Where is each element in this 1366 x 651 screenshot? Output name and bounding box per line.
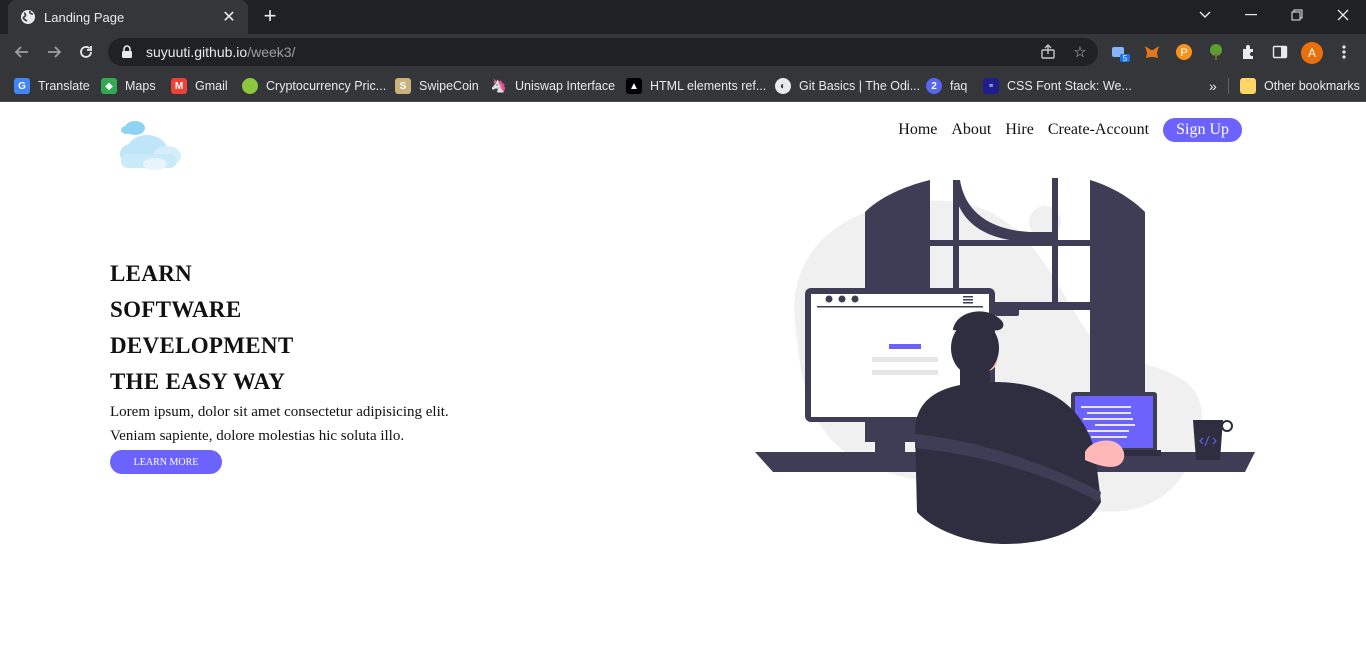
side-panel-icon[interactable]: [1270, 42, 1290, 62]
bookmark-git-basics[interactable]: ◐ Git Basics | The Odi...: [775, 76, 920, 96]
bookmark-html-elements[interactable]: ▲ HTML elements ref...: [626, 76, 766, 96]
developer-at-desk-illustration: [755, 172, 1257, 544]
extension-badge-icon[interactable]: 5: [1111, 42, 1131, 62]
bookmark-label: Cryptocurrency Pric...: [266, 79, 387, 93]
crypto-extension-icon[interactable]: P: [1174, 42, 1194, 62]
bookmark-label: SwipeCoin: [419, 79, 479, 93]
bookmark-swipecoin[interactable]: S SwipeCoin: [395, 76, 479, 96]
forward-button[interactable]: [42, 40, 66, 64]
tab-search-icon[interactable]: [1182, 0, 1228, 30]
address-bar[interactable]: suyuuti.github.io/week3/ ☆: [108, 38, 1098, 66]
globe-icon: [20, 9, 36, 25]
bookmark-uniswap[interactable]: 🦄 Uniswap Interface: [491, 76, 615, 96]
hero-heading-line-1: LEARN: [110, 261, 193, 286]
close-tab-icon[interactable]: ✕: [220, 8, 238, 26]
bookmark-gmail[interactable]: M Gmail: [171, 76, 228, 96]
bookmark-label: Translate: [38, 79, 90, 93]
bookmark-faq[interactable]: 2 faq: [926, 76, 967, 96]
bookmark-label: Maps: [125, 79, 156, 93]
hero-heading-line-2: SOFTWARE: [110, 297, 242, 322]
new-tab-button[interactable]: +: [258, 5, 282, 28]
cssfontstack-icon: ≡: [983, 78, 999, 94]
lock-icon[interactable]: [120, 45, 134, 59]
bookmark-maps[interactable]: ◆ Maps: [101, 76, 156, 96]
url-text: suyuuti.github.io/week3/: [146, 44, 295, 60]
landing-page: Home About Hire Create-Account Sign Up L…: [0, 102, 1366, 651]
bookmark-label: Uniswap Interface: [515, 79, 616, 93]
browser-toolbar: suyuuti.github.io/week3/ ☆ 5 P A: [0, 34, 1366, 70]
extension-badge-count: 5: [1123, 54, 1128, 62]
back-button[interactable]: [10, 40, 34, 64]
metamask-icon[interactable]: [1142, 42, 1162, 62]
tab-title: Landing Page: [44, 9, 125, 25]
more-bookmarks-chevron-icon[interactable]: »: [1209, 76, 1217, 96]
hero-paragraph-line-1: Lorem ipsum, dolor sit amet consectetur …: [110, 404, 449, 420]
hero-section: LEARN SOFTWARE DEVELOPMENT THE EASY WAY …: [110, 256, 530, 474]
menu-kebab-icon[interactable]: [1334, 42, 1354, 62]
minimize-button[interactable]: [1228, 0, 1274, 30]
bookmark-star-icon[interactable]: ☆: [1070, 42, 1090, 62]
hero-heading-line-3: DEVELOPMENT: [110, 333, 294, 358]
hero-heading-line-4: THE EASY WAY: [110, 369, 286, 394]
gmail-icon: M: [171, 78, 187, 94]
bookmark-label: faq: [950, 79, 968, 93]
nav-about-link[interactable]: About: [951, 121, 991, 139]
other-bookmarks[interactable]: Other bookmarks: [1240, 76, 1360, 96]
svg-text:P: P: [1180, 47, 1187, 59]
bookmark-label: Gmail: [195, 79, 228, 93]
nav-create-account-link[interactable]: Create-Account: [1048, 121, 1149, 139]
google-maps-icon: ◆: [101, 78, 117, 94]
bookmark-label: CSS Font Stack: We...: [1007, 79, 1132, 93]
cloud-logo-icon[interactable]: [117, 118, 187, 172]
google-translate-icon: G: [14, 78, 30, 94]
tab-strip: Landing Page ✕ +: [0, 0, 1366, 34]
url-path: /week3/: [247, 44, 296, 60]
tree-extension-icon[interactable]: [1206, 42, 1226, 62]
puzzle-icon[interactable]: [1238, 42, 1258, 62]
hero-paragraph-line-2: Veniam sapiente, dolore molestias hic so…: [110, 428, 405, 444]
learn-more-button[interactable]: LEARN MORE: [110, 450, 222, 474]
share-icon[interactable]: [1038, 42, 1058, 62]
bookmark-translate[interactable]: G Translate: [14, 76, 90, 96]
bookmarks-bar: G Translate ◆ Maps M Gmail Cryptocurrency P…: [0, 70, 1366, 102]
folder-icon: [1240, 78, 1256, 94]
reload-button[interactable]: [74, 40, 98, 64]
nav-hire-link[interactable]: Hire: [1005, 121, 1033, 139]
url-host: suyuuti.github.io: [146, 44, 248, 60]
restore-button[interactable]: [1274, 0, 1320, 30]
nav-home-link[interactable]: Home: [898, 121, 937, 139]
coingecko-icon: [242, 78, 258, 94]
bookmarks-divider: [1228, 78, 1229, 94]
odin-icon: ◐: [775, 78, 791, 94]
profile-avatar[interactable]: A: [1301, 42, 1323, 64]
main-nav: Home About Hire Create-Account Sign Up: [898, 118, 1242, 142]
mdn-icon: ▲: [626, 78, 642, 94]
bookmark-label: Git Basics | The Odi...: [799, 79, 921, 93]
uniswap-icon: 🦄: [490, 78, 508, 93]
bookmark-css-font-stack[interactable]: ≡ CSS Font Stack: We...: [983, 76, 1132, 96]
active-tab[interactable]: Landing Page ✕: [8, 0, 248, 34]
faq-icon: 2: [926, 78, 942, 94]
other-bookmarks-label: Other bookmarks: [1264, 79, 1360, 93]
close-window-button[interactable]: [1320, 0, 1366, 30]
bookmark-cryptocurrency[interactable]: Cryptocurrency Pric...: [242, 76, 386, 96]
sign-up-button[interactable]: Sign Up: [1163, 118, 1242, 142]
bookmark-label: HTML elements ref...: [650, 79, 767, 93]
swipecoin-icon: S: [395, 78, 411, 94]
